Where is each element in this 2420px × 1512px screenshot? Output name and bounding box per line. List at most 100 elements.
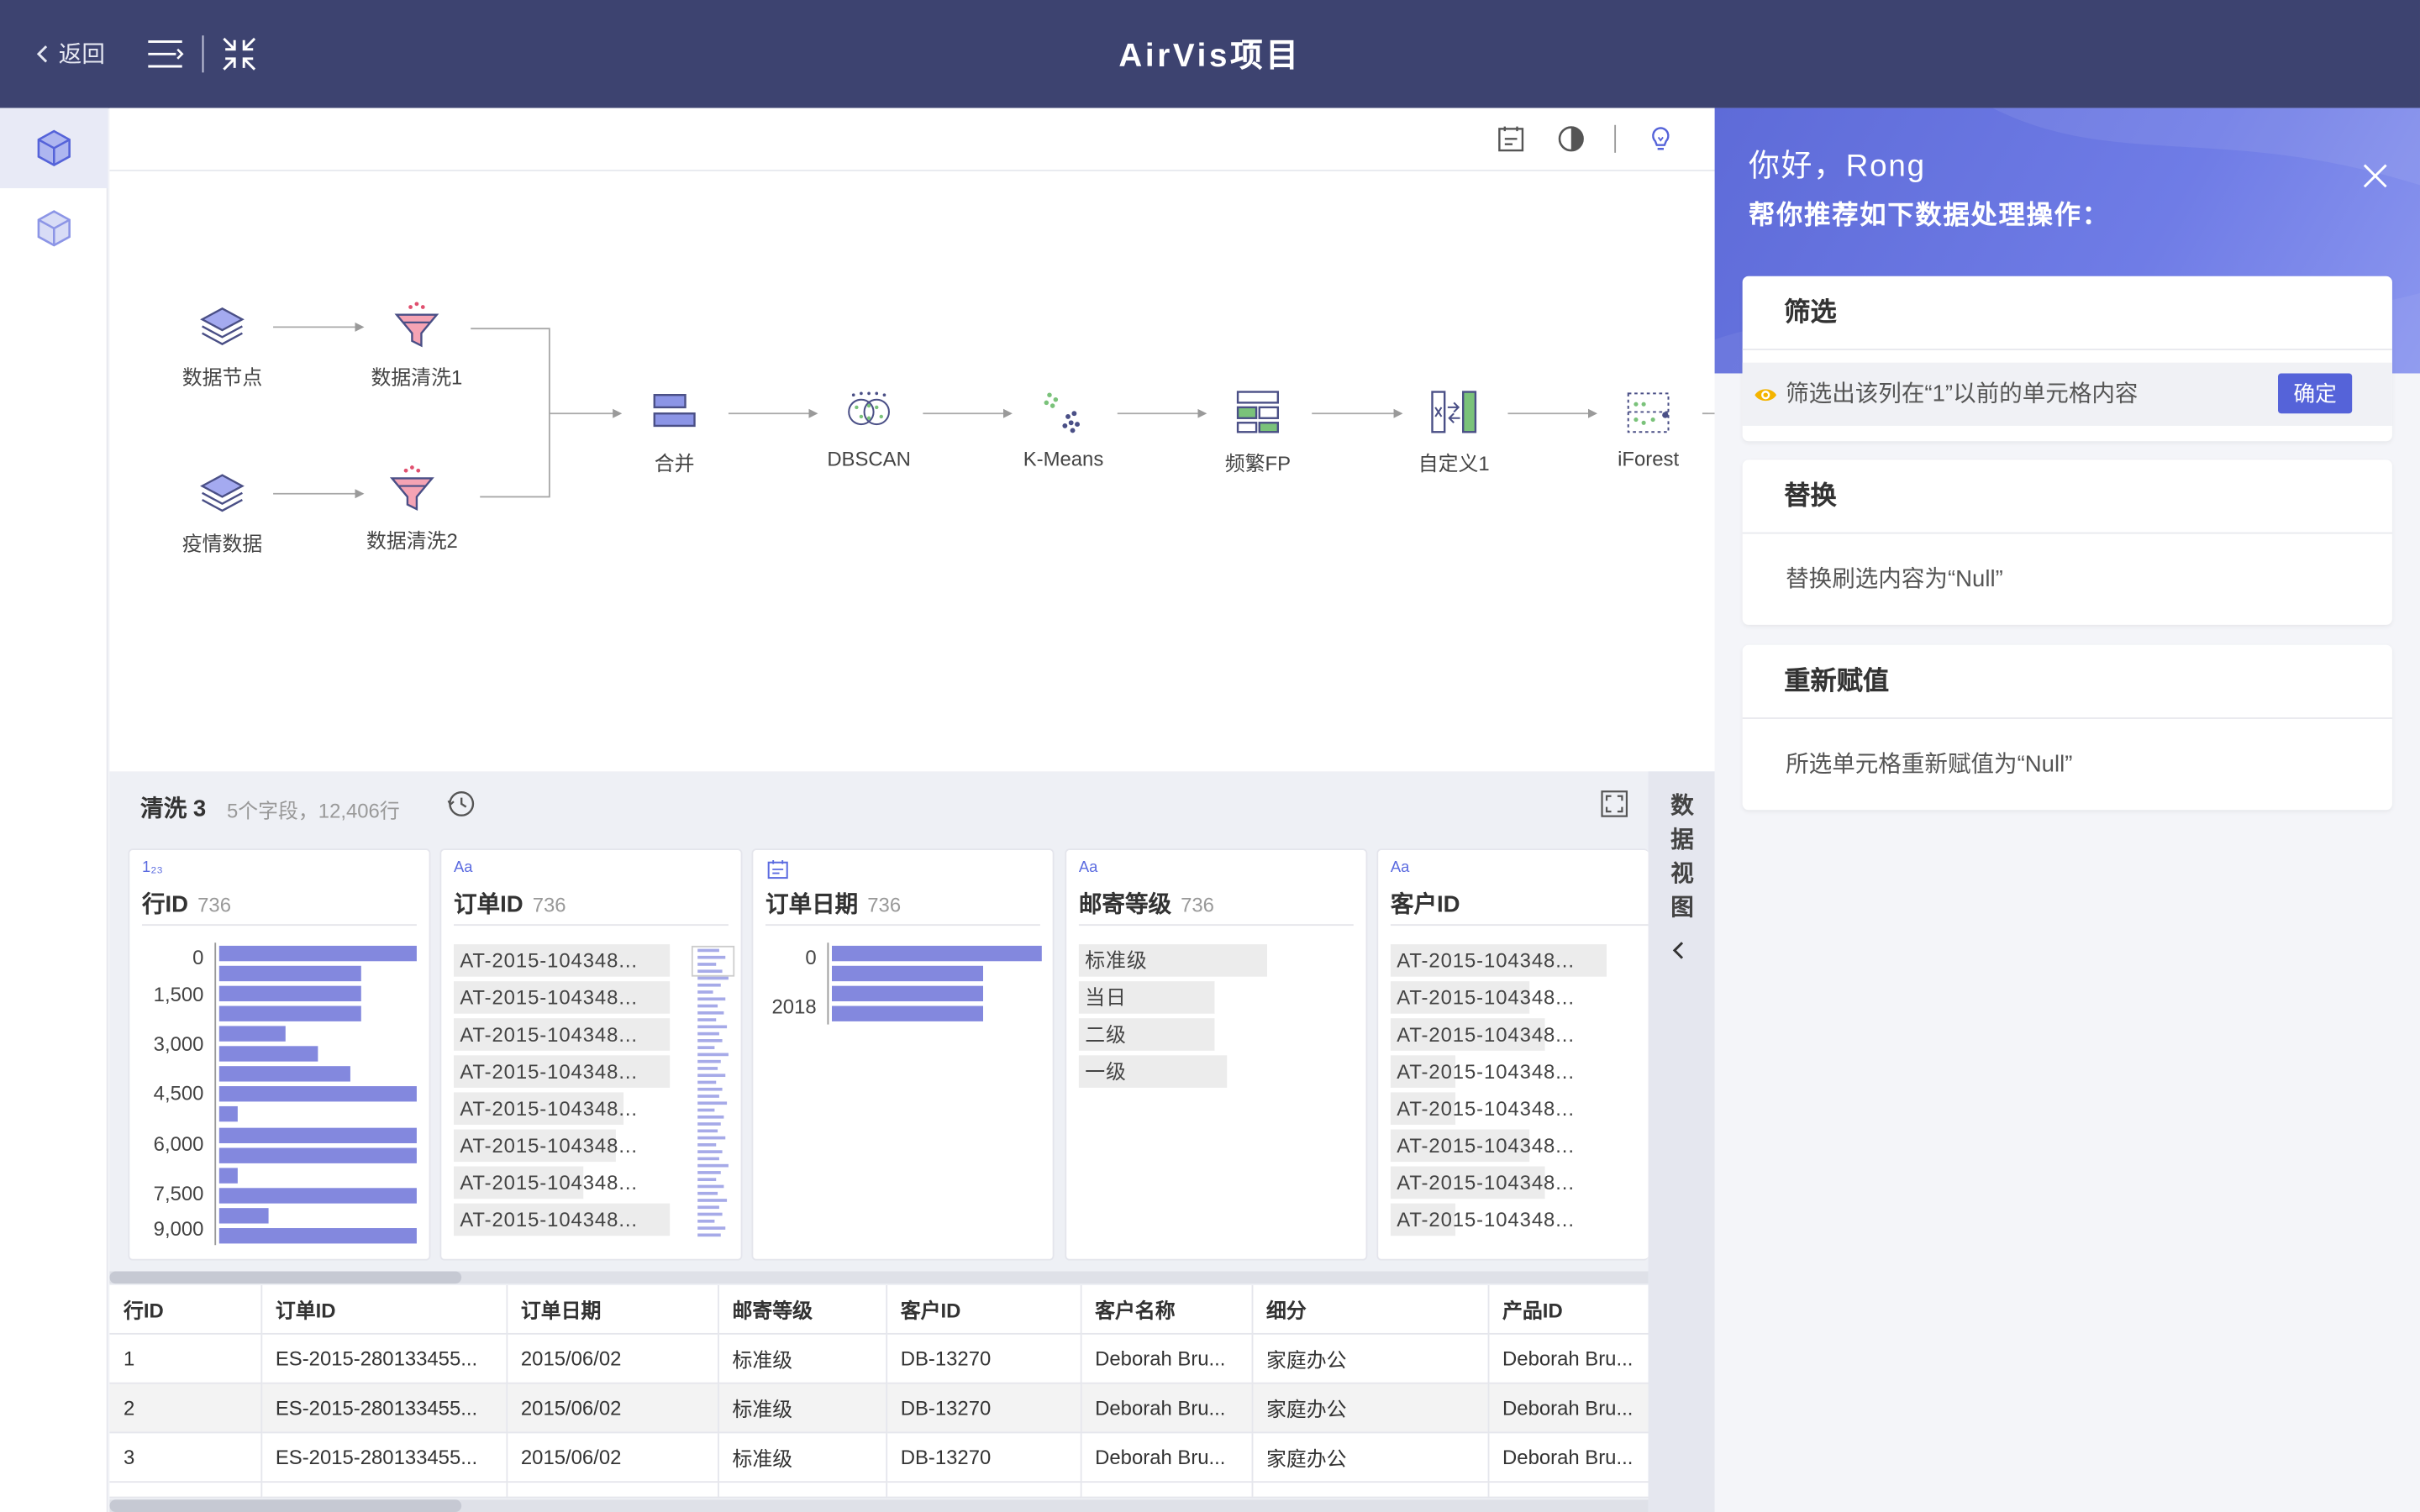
value-row[interactable]: AT-2015-104348... — [453, 1129, 638, 1163]
table-cell[interactable]: 家庭办公 — [1251, 1382, 1489, 1433]
value-row[interactable]: AT-2015-104348... — [1390, 981, 1575, 1014]
close-icon[interactable] — [2360, 160, 2391, 192]
column-card-row-id[interactable]: 1₂₃ 行ID 736 0 1,500 3,000 4,500 6,000 7,5… — [128, 848, 431, 1261]
table-cell[interactable]: Deborah Bru... — [1487, 1431, 1649, 1483]
table-cell[interactable]: ES-2015-280133455... — [260, 1431, 508, 1483]
value-row[interactable]: AT-2015-104348... — [1390, 1018, 1575, 1051]
history-icon[interactable] — [446, 789, 477, 820]
histogram-bar[interactable] — [218, 985, 361, 1002]
column-header[interactable]: 客户名称 — [1080, 1284, 1253, 1334]
table-cell[interactable]: 家庭办公 — [1251, 1431, 1489, 1483]
column-header[interactable]: 客户ID — [886, 1284, 1081, 1334]
histogram-bar[interactable] — [218, 1026, 286, 1042]
histogram-bar[interactable] — [218, 1168, 238, 1184]
data-view-tab[interactable]: 数据视图 — [1648, 771, 1715, 1512]
table-cell[interactable]: 2015/06/02 — [506, 1382, 718, 1433]
table-cell[interactable]: 3 — [109, 1431, 262, 1483]
histogram-bar[interactable] — [218, 965, 361, 982]
flow-node-clean1[interactable]: 数据清洗1 — [339, 299, 494, 390]
table-cell[interactable]: Deborah Bru... — [1487, 1382, 1649, 1433]
value-row[interactable]: 当日 — [1078, 981, 1215, 1014]
flow-node-dbscan[interactable]: DBSCAN — [792, 386, 946, 470]
value-row[interactable]: AT-2015-104348... — [453, 1055, 671, 1088]
value-row[interactable]: AT-2015-104348... — [453, 1092, 638, 1125]
scrollbar-thumb[interactable] — [109, 1499, 462, 1512]
histogram-bar[interactable] — [218, 1147, 417, 1163]
table-cell[interactable]: 标准级 — [718, 1431, 887, 1483]
table-cell[interactable]: Deborah Bru... — [1080, 1382, 1253, 1433]
table-cell[interactable]: Deborah Bru... — [1487, 1332, 1649, 1383]
value-row[interactable]: AT-2015-104348... — [1390, 1092, 1575, 1125]
column-card-customer-id[interactable]: Aa 客户ID AT-2015-104348... AT-2015-104348.… — [1376, 848, 1649, 1261]
suggestion-item[interactable]: 筛选出该列在“1”以前的单元格内容 确定 — [1742, 362, 2392, 426]
suggestion-item[interactable]: 替换刷选内容为“Null” — [1743, 534, 2392, 625]
column-card-order-id[interactable]: Aa 订单ID 736 AT-2015-104348... AT-2015-1043… — [439, 848, 743, 1261]
flow-node-merge[interactable]: 合并 — [597, 386, 752, 476]
table-cell[interactable]: 2015/06/02 — [506, 1332, 718, 1383]
column-header[interactable]: 邮寄等级 — [718, 1284, 887, 1334]
histogram-bar[interactable] — [218, 1228, 417, 1244]
value-row[interactable]: AT-2015-104348... — [453, 1018, 671, 1051]
table-cell[interactable]: ES-2015-280133455... — [260, 1332, 508, 1383]
flow-node-fp[interactable]: 频繁FP — [1181, 386, 1335, 476]
fullscreen-icon[interactable] — [1599, 789, 1630, 820]
histogram-bar[interactable] — [218, 1005, 361, 1021]
table-cell[interactable]: Deborah Bru... — [1080, 1431, 1253, 1483]
value-row[interactable]: 标准级 — [1078, 944, 1267, 977]
column-card-order-date[interactable]: 订单日期 736 0 2018 — [751, 848, 1055, 1261]
flow-node-epidemic[interactable]: 疫情数据 — [145, 466, 300, 557]
histogram-bar[interactable] — [218, 945, 417, 962]
flow-node-custom[interactable]: 自定义1 — [1376, 386, 1531, 476]
table-cell[interactable]: 标准级 — [718, 1382, 887, 1433]
table-row[interactable]: 1 ES-2015-280133455... 2015/06/02 标准级 DB-132… — [109, 1332, 1649, 1383]
nav-item-project[interactable] — [0, 108, 108, 189]
value-row[interactable]: AT-2015-104348... — [1390, 1055, 1575, 1088]
table-cell[interactable]: 家庭办公 — [1251, 1332, 1489, 1383]
flow-node-kmeans[interactable]: K-Means — [986, 386, 1141, 470]
histogram-bar[interactable] — [831, 965, 983, 982]
confirm-button[interactable]: 确定 — [2278, 373, 2353, 414]
column-header[interactable]: 订单日期 — [506, 1284, 718, 1334]
value-row[interactable]: AT-2015-104348... — [453, 981, 671, 1014]
histogram-bar[interactable] — [831, 945, 1042, 962]
histogram-bar[interactable] — [218, 1127, 417, 1144]
flow-node-iforest[interactable]: iForest — [1571, 386, 1726, 470]
table-cell[interactable]: DB-13270 — [886, 1431, 1081, 1483]
value-row[interactable]: 一级 — [1078, 1055, 1228, 1088]
table-cell[interactable]: Deborah Bru... — [1080, 1332, 1253, 1383]
nav-item-model[interactable] — [0, 188, 108, 269]
histogram-bar[interactable] — [218, 1086, 417, 1102]
value-row[interactable]: AT-2015-104348... — [453, 944, 671, 977]
column-card-ship-mode[interactable]: Aa 邮寄等级 736 标准级 当日 二级 一级 — [1065, 848, 1368, 1261]
table-row[interactable]: 2 ES-2015-280133455... 2015/06/02 标准级 DB-132… — [109, 1382, 1649, 1433]
table-cell[interactable]: DB-13270 — [886, 1382, 1081, 1433]
histogram-bar[interactable] — [218, 1066, 350, 1082]
value-row[interactable]: AT-2015-104348... — [453, 1203, 671, 1236]
histogram-bar[interactable] — [218, 1188, 417, 1204]
chevron-left-icon[interactable] — [1667, 938, 1691, 963]
flow-node-data[interactable]: 数据节点 — [145, 299, 300, 390]
table-cell[interactable]: 1 — [109, 1332, 262, 1383]
histogram-bar[interactable] — [831, 1005, 983, 1021]
table-cell[interactable]: 2015/06/02 — [506, 1431, 718, 1483]
table-cell[interactable]: 2 — [109, 1382, 262, 1433]
flow-node-clean2[interactable]: 数据清洗2 — [335, 463, 490, 554]
table-cell[interactable]: ES-2015-280133455... — [260, 1382, 508, 1433]
histogram-bar[interactable] — [218, 1208, 269, 1224]
value-row[interactable]: 二级 — [1078, 1018, 1215, 1051]
suggestion-item[interactable]: 所选单元格重新赋值为“Null” — [1743, 719, 2392, 810]
table-cell[interactable]: 标准级 — [718, 1332, 887, 1383]
value-distribution-minimap[interactable] — [691, 942, 735, 1248]
table-row[interactable]: 3 ES-2015-280133455... 2015/06/02 标准级 DB-132… — [109, 1431, 1649, 1483]
table-cell[interactable]: DB-13270 — [886, 1332, 1081, 1383]
value-row[interactable]: AT-2015-104348... — [1390, 1203, 1575, 1236]
histogram-bar[interactable] — [218, 1046, 318, 1062]
column-header[interactable]: 行ID — [109, 1284, 262, 1334]
column-header[interactable]: 产品ID — [1487, 1284, 1649, 1334]
column-header[interactable]: 细分 — [1251, 1284, 1489, 1334]
horizontal-scrollbar[interactable] — [109, 1271, 1649, 1284]
scrollbar-thumb[interactable] — [109, 1271, 462, 1284]
value-row[interactable]: AT-2015-104348... — [1390, 1166, 1575, 1200]
value-row[interactable]: AT-2015-104348... — [1390, 1129, 1575, 1163]
value-row[interactable]: AT-2015-104348... — [453, 1166, 638, 1200]
